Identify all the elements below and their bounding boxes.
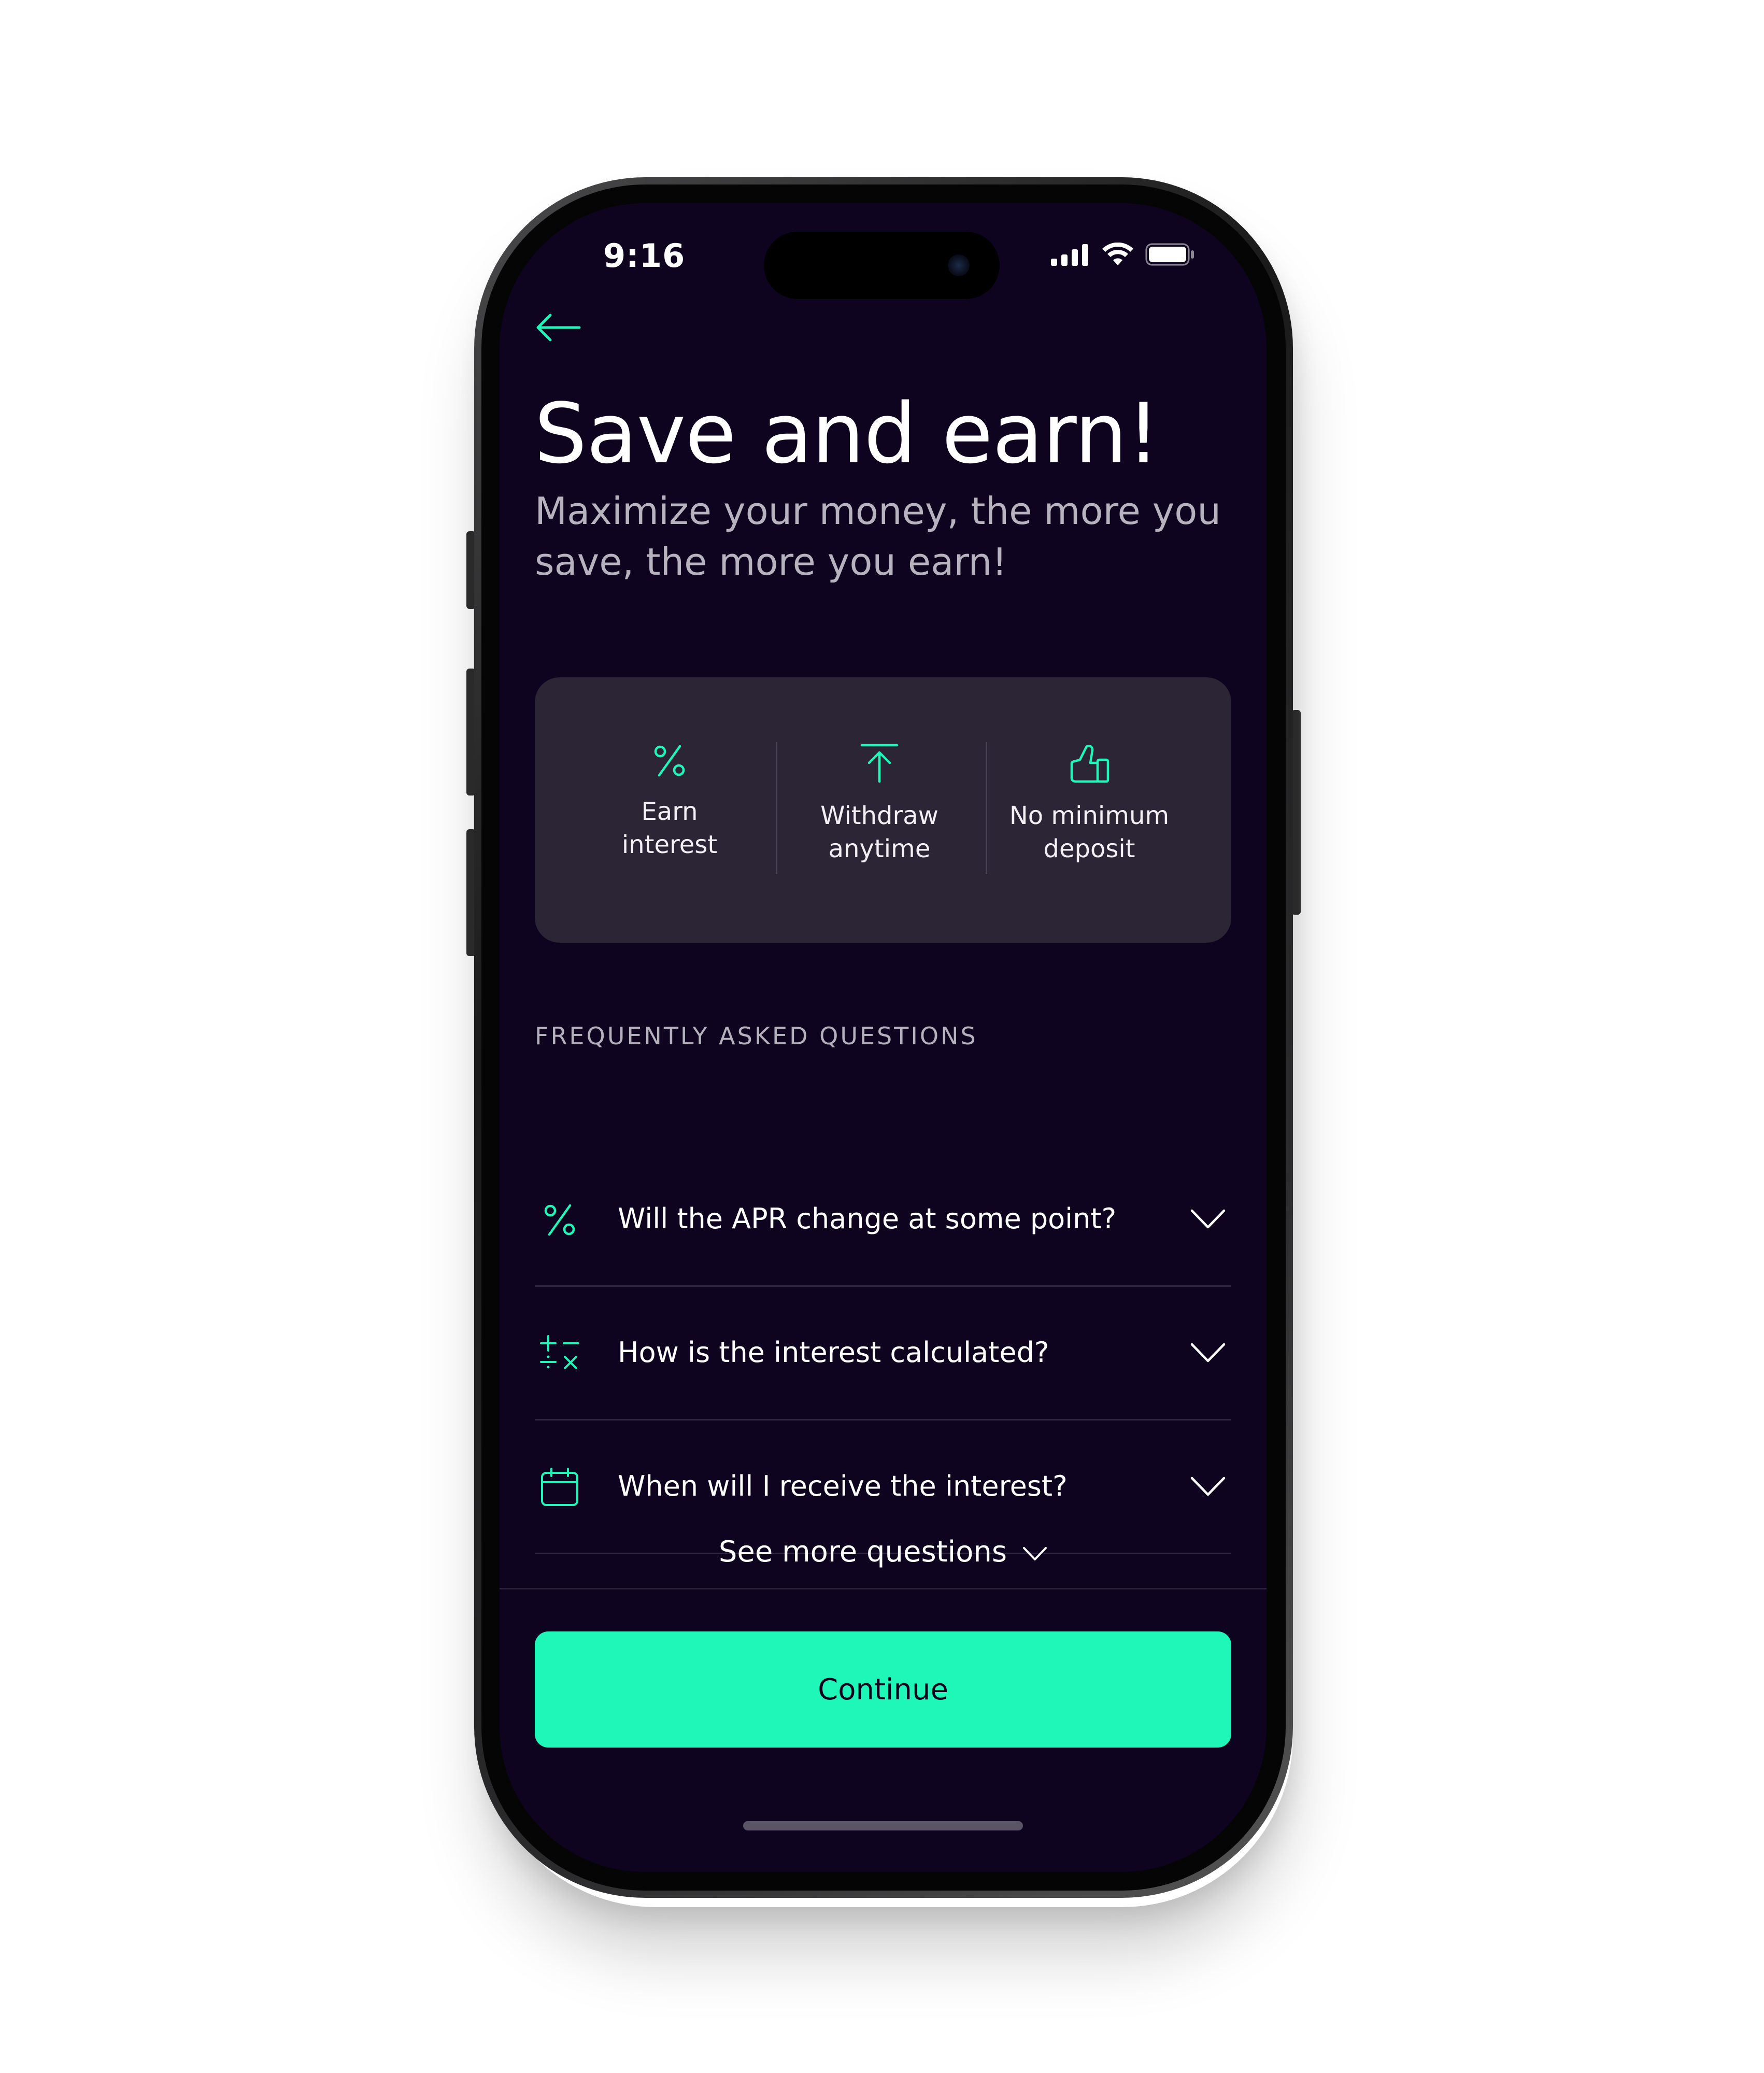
faq-question: Will the APR change at some point? bbox=[618, 1202, 1117, 1235]
faq-item-apr-change[interactable]: Will the APR change at some point? bbox=[535, 1152, 1231, 1287]
see-more-label: See more questions bbox=[718, 1535, 1007, 1569]
faq-item-interest-payout[interactable]: When will I receive the interest? bbox=[535, 1419, 1231, 1554]
withdraw-upload-icon bbox=[860, 744, 899, 783]
faq-question: How is the interest calculated? bbox=[618, 1336, 1049, 1369]
feature-withdraw-anytime: Withdraw anytime bbox=[796, 742, 962, 865]
chevron-down-icon[interactable] bbox=[1190, 1475, 1226, 1498]
cellular-signal-icon bbox=[1051, 244, 1088, 266]
status-time: 9:16 bbox=[603, 237, 686, 275]
see-more-questions-link[interactable]: See more questions bbox=[500, 1535, 1267, 1569]
battery-icon bbox=[1145, 243, 1194, 266]
faq-heading: FREQUENTLY ASKED QUESTIONS bbox=[535, 1022, 978, 1050]
faq-question: When will I receive the interest? bbox=[618, 1470, 1068, 1502]
feature-label-line1: Withdraw bbox=[820, 801, 938, 830]
chevron-down-icon bbox=[1023, 1546, 1047, 1560]
feature-earn-interest: Earn interest bbox=[587, 742, 752, 861]
percent-icon bbox=[654, 745, 685, 777]
feature-label-line1: Earn bbox=[641, 797, 698, 826]
percent-icon bbox=[544, 1204, 575, 1236]
calculator-icon bbox=[540, 1335, 579, 1369]
home-indicator[interactable] bbox=[743, 1821, 1023, 1830]
chevron-down-icon[interactable] bbox=[1190, 1341, 1226, 1364]
phone-screen: 9:16 Save and earn! Maximize your money,… bbox=[500, 203, 1267, 1872]
feature-divider bbox=[986, 742, 987, 874]
front-camera bbox=[948, 254, 970, 276]
feature-label-line2: anytime bbox=[828, 834, 931, 863]
back-arrow-icon[interactable] bbox=[535, 312, 581, 343]
feature-label-line2: deposit bbox=[1043, 834, 1135, 863]
wifi-icon bbox=[1102, 243, 1133, 265]
continue-button[interactable]: Continue bbox=[535, 1631, 1231, 1748]
feature-divider bbox=[776, 742, 777, 874]
page-title: Save and earn! bbox=[534, 385, 1160, 482]
page-subtitle: Maximize your money, the more you save, … bbox=[535, 489, 1221, 584]
chevron-down-icon[interactable] bbox=[1190, 1208, 1226, 1230]
feature-no-minimum-deposit: No minimum deposit bbox=[1006, 742, 1172, 865]
thumbs-up-icon bbox=[1070, 744, 1109, 783]
calendar-icon bbox=[541, 1468, 578, 1506]
status-icons bbox=[1051, 243, 1195, 266]
features-card: Earn interest Withdraw anytime No minimu… bbox=[535, 677, 1231, 943]
dynamic-island bbox=[764, 232, 1000, 299]
footer-divider bbox=[500, 1588, 1267, 1589]
feature-label-line2: interest bbox=[621, 830, 718, 859]
faq-item-interest-calculation[interactable]: How is the interest calculated? bbox=[535, 1285, 1231, 1421]
feature-label-line1: No minimum bbox=[1009, 801, 1170, 830]
